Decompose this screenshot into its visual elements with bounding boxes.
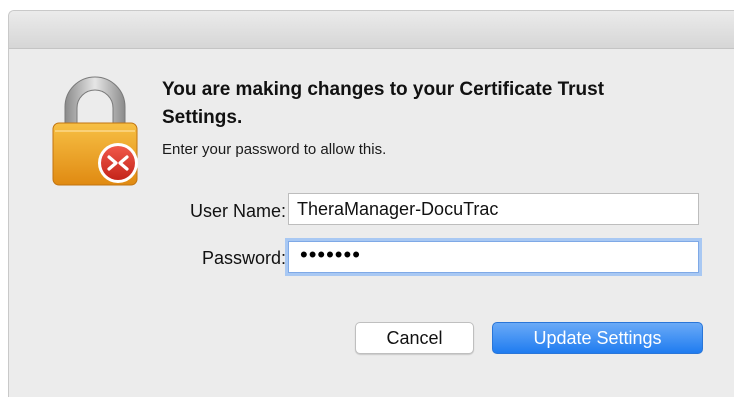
dialog-titlebar [9, 11, 734, 49]
username-field[interactable] [288, 193, 699, 225]
password-label: Password: [201, 248, 286, 268]
lock-icon [52, 76, 138, 186]
remote-desktop-badge-icon [98, 143, 138, 183]
update-settings-button[interactable]: Update Settings [492, 322, 703, 354]
cancel-button[interactable]: Cancel [355, 322, 474, 354]
password-masked-value: ••••••• [300, 242, 361, 267]
dialog-heading: You are making changes to your Certifica… [162, 79, 605, 128]
username-label: User Name: [189, 201, 286, 221]
dialog-subtext: Enter your password to allow this. [162, 141, 387, 158]
